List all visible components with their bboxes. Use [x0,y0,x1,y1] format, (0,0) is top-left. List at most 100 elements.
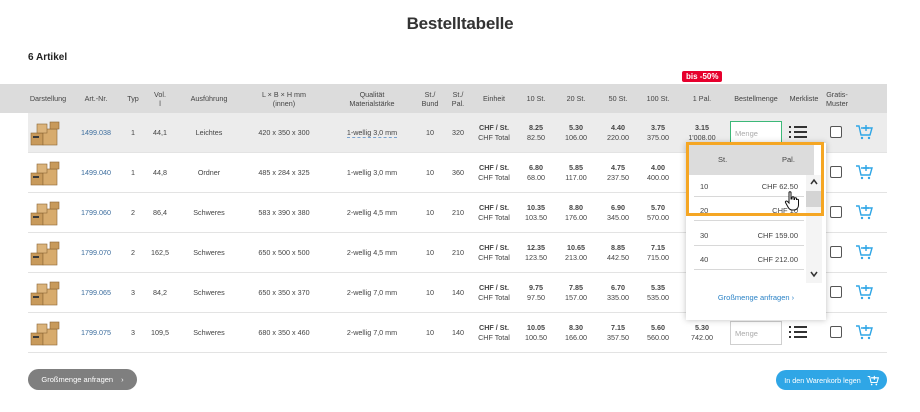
dimensions-cell: 650 x 500 x 500 [258,248,310,258]
price-100: 3.75 375.00 [647,123,669,142]
price-10: 12.35 123.50 [525,243,547,262]
scrollbar-thumb[interactable] [806,191,822,207]
per-pallet-cell: 140 [452,288,464,298]
unit-cell: CHF / St. CHF Total [478,243,510,262]
type-cell: 2 [131,248,135,258]
cart-plus-icon[interactable] [855,123,873,141]
bulk-request-button[interactable]: Großmenge anfragen › [28,369,137,390]
product-image[interactable] [30,159,62,187]
quantity-input[interactable]: Menge [730,121,782,145]
chevron-up-icon[interactable] [809,177,819,187]
col-qualitaet: Qualität Materialstärke [349,89,395,108]
price-100: 5.35 535.00 [647,283,669,302]
per-pallet-cell: 360 [452,168,464,178]
discount-badge: bis -50% [682,71,723,82]
quantity-input[interactable]: Menge [730,321,782,345]
product-image[interactable] [30,319,62,347]
per-bundle-cell: 10 [426,328,434,338]
sample-checkbox[interactable] [830,286,842,298]
chevron-right-icon: › [791,293,795,302]
col-vol: Vol. l [154,89,166,108]
price-10: 10.35 103.50 [525,203,547,222]
price-100: 5.70 570.00 [647,203,669,222]
col-100st: 100 St. [646,94,670,103]
wishlist-icon[interactable] [789,125,807,139]
col-einheit: Einheit [483,94,505,103]
chevron-down-icon[interactable] [809,269,819,279]
cart-plus-icon[interactable] [855,203,873,221]
price-10: 6.80 68.00 [527,163,545,182]
cart-plus-icon[interactable] [855,323,873,341]
cart-plus-icon[interactable] [855,243,873,261]
volume-cell: 44,8 [153,168,167,178]
article-number: 1499.040 [81,168,111,178]
cart-plus-icon[interactable] [855,163,873,181]
dimensions-cell: 420 x 350 x 300 [258,128,310,138]
dropdown-header: St. Pal. [686,143,814,175]
dropdown-option[interactable]: 30 CHF 159.00 [694,224,804,246]
col-masse: L × B × H mm (innen) [261,89,307,108]
quality-cell: 1-wellig 3,0 mm [346,168,398,178]
article-number: 1799.075 [81,328,111,338]
unit-cell: CHF / St. CHF Total [478,163,510,182]
col-20st: 20 St. [566,94,586,103]
price-100: 4.00 400.00 [647,163,669,182]
sample-checkbox[interactable] [830,126,842,138]
dropdown-option[interactable]: 40 CHF 212.00 [694,248,804,270]
price-20: 8.80 176.00 [565,203,587,222]
type-cell: 1 [131,128,135,138]
quality-cell: 1-wellig 3,0 mm [346,127,398,139]
quality-cell: 2-wellig 7,0 mm [346,328,398,338]
product-image[interactable] [30,279,62,307]
dimensions-cell: 485 x 284 x 325 [258,168,310,178]
per-pallet-cell: 320 [452,128,464,138]
table-header: Darstellung Art.-Nr. Typ Vol. l Ausführu… [0,84,887,113]
cart-plus-icon[interactable] [855,283,873,301]
dropdown-head-st: St. [718,155,728,164]
volume-cell: 162,5 [151,248,169,258]
per-pallet-cell: 140 [452,328,464,338]
per-bundle-cell: 10 [426,288,434,298]
price-50: 4.40 220.00 [607,123,629,142]
execution-cell: Schweres [193,328,225,338]
type-cell: 2 [131,208,135,218]
quality-cell: 2-wellig 7,0 mm [346,288,398,298]
volume-cell: 44,1 [153,128,167,138]
article-number: 1799.070 [81,248,111,258]
cart-plus-icon [867,375,879,385]
sample-checkbox[interactable] [830,246,842,258]
dimensions-cell: 650 x 350 x 370 [258,288,310,298]
dropdown-scrollbar[interactable] [806,175,822,283]
col-1pal: 1 Pal. [692,94,712,103]
dimensions-cell: 680 x 350 x 460 [258,328,310,338]
col-50st: 50 St. [608,94,628,103]
price-50: 6.90 345.00 [607,203,629,222]
col-bestellmenge: Bestellmenge [734,94,778,103]
dropdown-bulk-link[interactable]: Großmenge anfragen › [686,293,826,302]
add-to-cart-button[interactable]: In den Warenkorb legen [776,370,887,390]
chevron-right-icon: › [121,375,124,384]
product-image[interactable] [30,199,62,227]
col-ausfuehrung: Ausführung [190,94,228,103]
type-cell: 1 [131,168,135,178]
sample-checkbox[interactable] [830,166,842,178]
product-image[interactable] [30,119,62,147]
price-20: 5.85 117.00 [565,163,587,182]
volume-cell: 86,4 [153,208,167,218]
quantity-dropdown: St. Pal. 10 CHF 62.50 20 CHF 10 30 CHF 1… [686,143,826,320]
unit-cell: CHF / St. CHF Total [478,203,510,222]
sample-checkbox[interactable] [830,206,842,218]
unit-cell: CHF / St. CHF Total [478,283,510,302]
quality-cell: 2-wellig 4,5 mm [346,248,398,258]
col-bund: St./ Bund [421,89,439,108]
wishlist-icon[interactable] [789,325,807,339]
unit-cell: CHF / St. CHF Total [478,123,510,142]
per-pallet-cell: 210 [452,248,464,258]
unit-cell: CHF / St. CHF Total [478,323,510,342]
product-image[interactable] [30,239,62,267]
price-10: 9.75 97.50 [527,283,545,302]
sample-checkbox[interactable] [830,326,842,338]
article-number: 1799.060 [81,208,111,218]
type-cell: 3 [131,288,135,298]
col-gratis: Gratis- Muster [826,89,848,108]
